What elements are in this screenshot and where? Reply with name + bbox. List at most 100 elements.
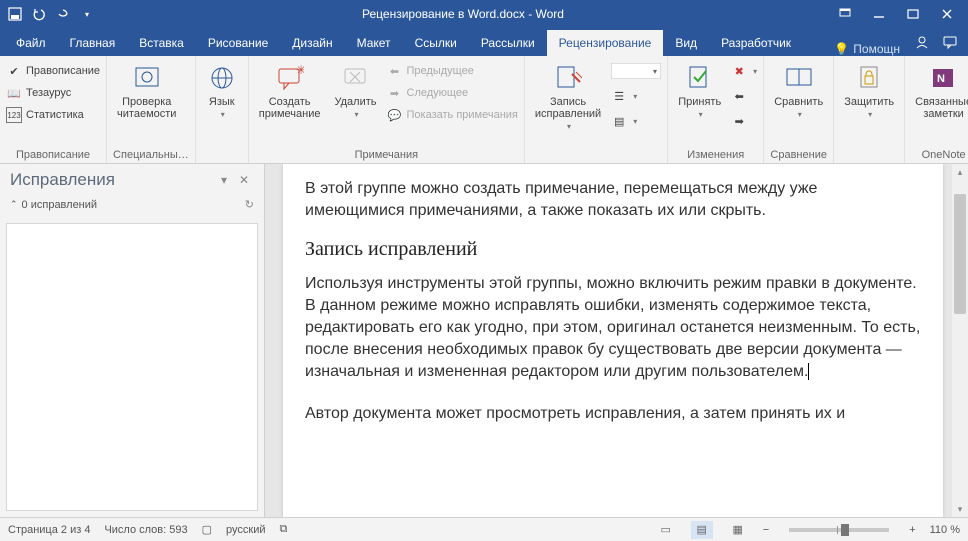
thesaurus-icon: 📖 [6,85,22,101]
scroll-thumb[interactable] [954,194,966,314]
zoom-slider-thumb[interactable] [841,524,849,536]
maximize-icon[interactable] [896,0,930,28]
bulb-icon: 💡 [834,42,849,56]
macros-status-icon[interactable]: ⧉ [280,523,288,536]
undo-icon[interactable] [28,3,50,25]
compare-button[interactable]: Сравнить▾ [770,60,827,123]
qat-dropdown-icon[interactable]: ▾ [76,3,98,25]
save-icon[interactable] [4,3,26,25]
paragraph[interactable]: В этой группе можно создать примечание, … [305,178,921,222]
new-comment-icon: ✳ [274,62,306,94]
revisions-count-row[interactable]: ⌃ 0 исправлений ↻ [0,196,264,217]
reject-button[interactable]: ✖▾ [731,60,757,82]
zoom-slider[interactable] [789,528,889,532]
language-status[interactable]: русский [226,524,265,536]
word-count-icon: 123 [6,107,22,123]
read-mode-icon[interactable]: ▭ [655,521,677,539]
title-bar: ▾ Рецензирование в Word.docx - Word [0,0,968,28]
minimize-icon[interactable] [862,0,896,28]
tell-me-field[interactable]: 💡Помощн [826,42,908,56]
pane-close-icon[interactable]: ✕ [234,170,254,190]
group-label: Изменения [674,147,757,161]
reject-icon: ✖ [731,63,747,79]
next-change-icon: ➡ [731,113,747,129]
group-label: Специальны… [113,147,189,161]
group-changes: Принять▾ ✖▾ ⬅ ➡ Изменения [668,56,764,163]
vertical-scrollbar[interactable]: ▴ ▾ [952,164,968,517]
new-comment-button[interactable]: ✳ Создать примечание [255,60,325,122]
readability-button[interactable]: Проверкачитаемости [113,60,180,122]
zoom-out-button[interactable]: − [763,524,769,536]
tab-insert[interactable]: Вставка [127,30,196,56]
heading[interactable]: Запись исправлений [305,238,921,261]
tab-layout[interactable]: Макет [345,30,403,56]
previous-icon: ⬅ [387,63,403,79]
scroll-up-icon[interactable]: ▴ [952,164,968,180]
onenote-notes-button[interactable]: N Связанные заметки [911,60,968,122]
zoom-level[interactable]: 110 % [930,524,960,536]
reviewing-pane-dropdown[interactable]: ▤▾ [611,110,661,132]
page-status[interactable]: Страница 2 из 4 [8,524,90,536]
window-controls [828,0,964,28]
group-protect: Защитить▾ [834,56,905,163]
tab-references[interactable]: Ссылки [403,30,469,56]
share-icon[interactable] [908,28,936,56]
tab-review[interactable]: Рецензирование [547,30,664,56]
group-compare: Сравнить▾ Сравнение [764,56,834,163]
tab-mailings[interactable]: Рассылки [469,30,547,56]
refresh-icon[interactable]: ↻ [245,198,254,211]
redo-icon[interactable] [52,3,74,25]
tab-design[interactable]: Дизайн [280,30,344,56]
list-icon: ☰ [611,88,627,104]
svg-text:N: N [937,73,945,85]
show-markup-dropdown[interactable]: ☰▾ [611,85,661,107]
ribbon-options-icon[interactable] [828,0,862,28]
display-for-review-dropdown[interactable]: ▾ [611,60,661,82]
tab-file[interactable]: Файл [4,30,58,56]
svg-text:✳: ✳ [296,64,304,77]
previous-change-button[interactable]: ⬅ [731,85,757,107]
paragraph[interactable]: Используя инструменты этой группы, можно… [305,273,921,383]
group-label [840,147,898,161]
spelling-button[interactable]: ✔Правописание [6,60,100,82]
accept-button[interactable]: Принять▾ [674,60,725,123]
document-page[interactable]: В этой группе можно создать примечание, … [283,164,943,517]
paragraph[interactable]: Автор документа может просмотреть исправ… [305,403,921,425]
delete-comment-button: Удалить▾ [331,60,381,123]
tab-developer[interactable]: Разработчик [709,30,803,56]
check-spelling-icon: ✔ [6,63,22,79]
onenote-icon: N [928,62,960,94]
group-onenote: N Связанные заметки OneNote [905,56,968,163]
revisions-list[interactable] [6,223,258,511]
previous-comment-button: ⬅Предыдущее [387,60,518,82]
next-comment-button: ➡Следующее [387,82,518,104]
protect-button[interactable]: Защитить▾ [840,60,898,123]
status-bar: Страница 2 из 4 Число слов: 593 ▢ русски… [0,517,968,541]
pane-options-icon[interactable]: ▾ [214,170,234,190]
language-button[interactable]: Язык▾ [202,60,242,123]
tab-draw[interactable]: Рисование [196,30,280,56]
chevron-icon: ⌃ [10,199,18,210]
print-layout-icon[interactable]: ▤ [691,521,713,539]
word-count-status[interactable]: Число слов: 593 [104,524,187,536]
web-layout-icon[interactable]: ▦ [727,521,749,539]
group-tracking: Запись исправлений ▾ ▾ ☰▾ ▤▾ [525,56,668,163]
group-readability: Проверкачитаемости Специальны… [107,56,196,163]
track-changes-button[interactable]: Запись исправлений ▾ [531,60,605,135]
document-title: Рецензирование в Word.docx - Word [98,7,828,21]
thesaurus-button[interactable]: 📖Тезаурус [6,82,100,104]
pane-icon: ▤ [611,113,627,129]
compare-icon [783,62,815,94]
zoom-in-button[interactable]: + [909,524,915,536]
tab-home[interactable]: Главная [58,30,128,56]
next-change-button[interactable]: ➡ [731,110,757,132]
feedback-icon[interactable] [936,28,964,56]
tab-view[interactable]: Вид [663,30,709,56]
statistics-button[interactable]: 123Статистика [6,104,100,126]
proofing-status-icon[interactable]: ▢ [202,523,212,536]
scroll-down-icon[interactable]: ▾ [952,501,968,517]
document-area[interactable]: В этой группе можно создать примечание, … [265,164,968,517]
close-icon[interactable] [930,0,964,28]
group-label [202,147,242,161]
quick-access-toolbar: ▾ [4,3,98,25]
